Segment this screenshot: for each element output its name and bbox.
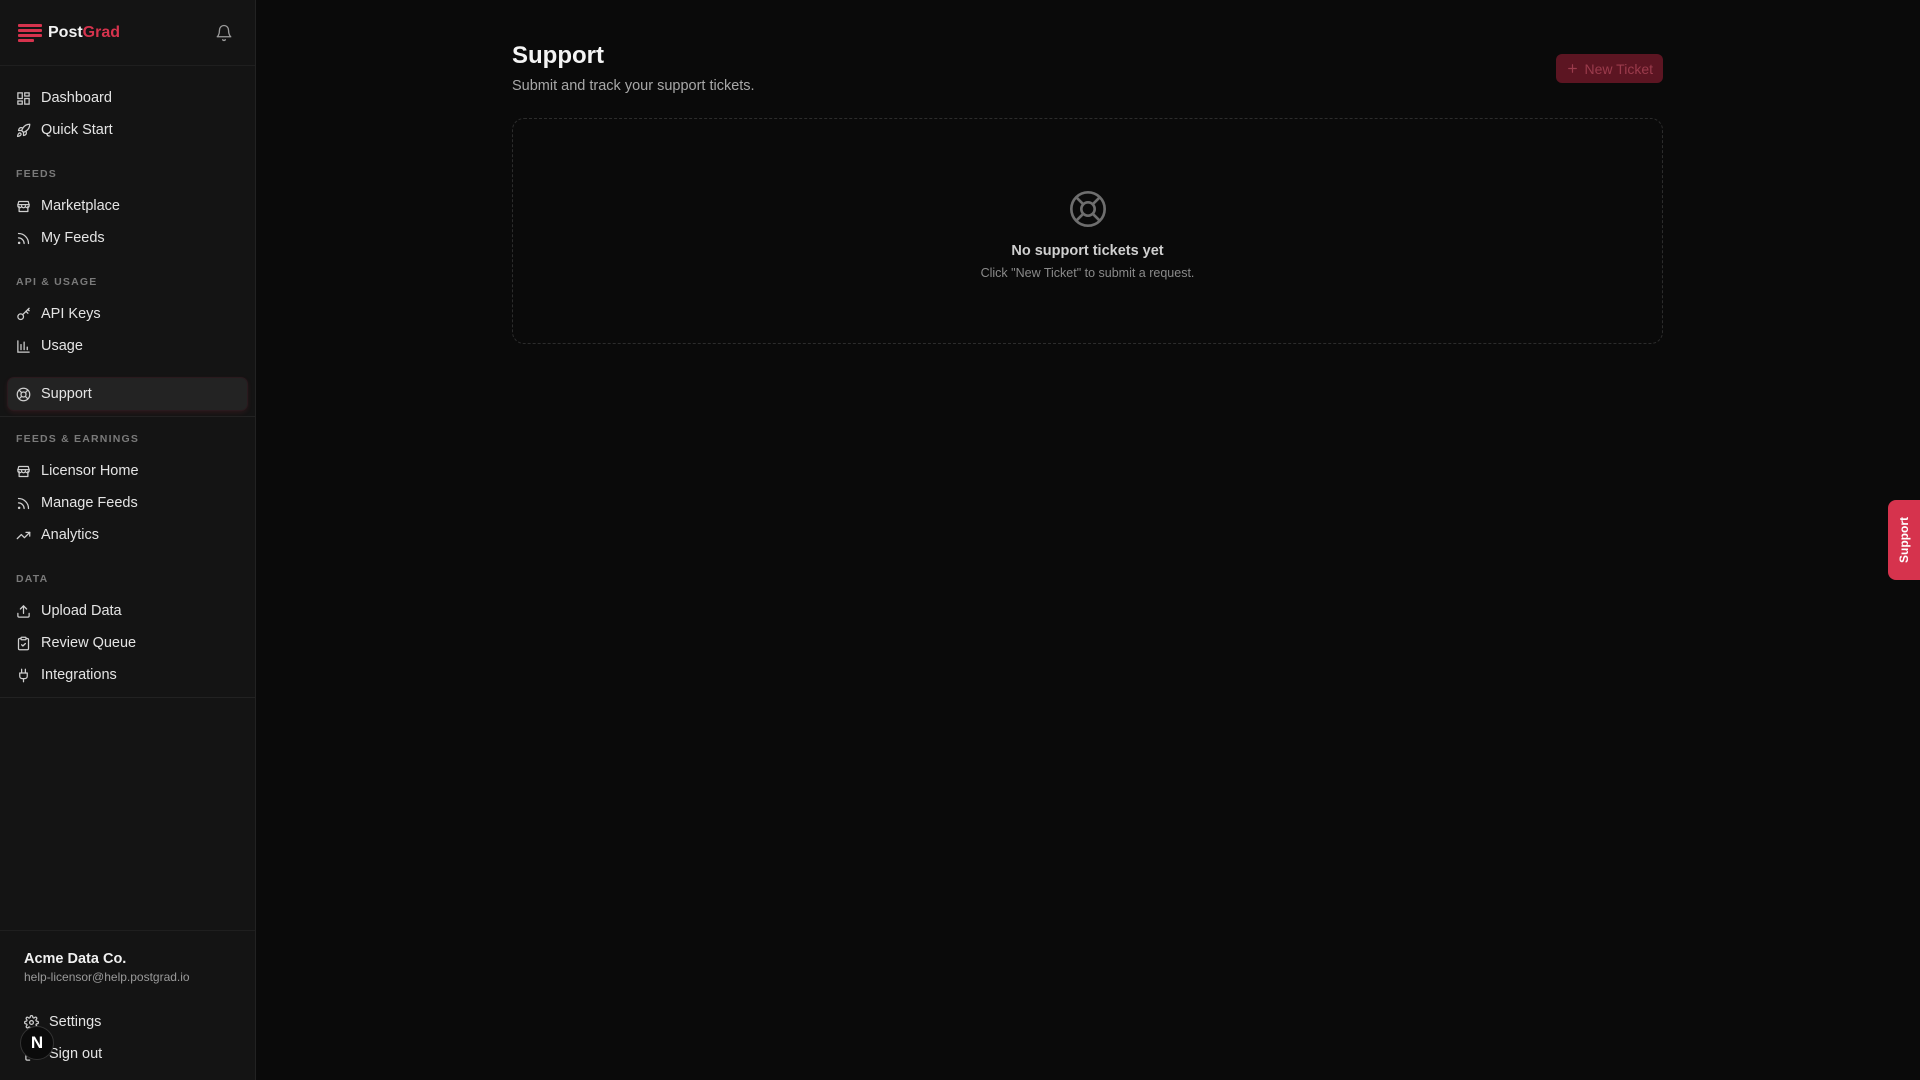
sidebar-item-label: Integrations (41, 667, 117, 683)
empty-state-subtitle: Click "New Ticket" to submit a request. (980, 265, 1195, 280)
app-root: Post Grad Dashboard Quick Start FEEDS Ma… (0, 0, 1920, 1080)
nav-section-feeds: FEEDS Marketplace My Feeds (0, 168, 255, 254)
sidebar-item-manage-feeds[interactable]: Manage Feeds (8, 487, 247, 519)
section-label: FEEDS (16, 168, 58, 180)
logo-mark-icon (18, 23, 42, 42)
sidebar-item-quick-start[interactable]: Quick Start (8, 114, 247, 146)
sidebar-item-marketplace[interactable]: Marketplace (8, 190, 247, 222)
page-heading-group: Support Submit and track your support ti… (512, 42, 755, 94)
support-page: Support Submit and track your support ti… (512, 42, 1663, 344)
page-subtitle: Submit and track your support tickets. (512, 78, 755, 94)
sidebar-item-licensor-home[interactable]: Licensor Home (8, 455, 247, 487)
new-ticket-button[interactable]: New Ticket (1555, 54, 1663, 83)
org-email: help-licensor@help.postgrad.io (24, 970, 190, 984)
sidebar-item-dashboard[interactable]: Dashboard (8, 82, 247, 114)
brand-logo[interactable]: Post Grad (18, 23, 121, 42)
sidebar-item-usage[interactable]: Usage (8, 330, 247, 362)
lifebuoy-icon (1069, 190, 1106, 227)
sidebar-item-my-feeds[interactable]: My Feeds (8, 222, 247, 254)
org-name: Acme Data Co. (24, 951, 127, 967)
sidebar-item-integrations[interactable]: Integrations (8, 659, 247, 691)
sidebar-item-label: Usage (41, 338, 83, 354)
bell-icon[interactable] (215, 24, 233, 42)
sidebar-item-api-keys[interactable]: API Keys (8, 298, 247, 330)
nav-top: Dashboard Quick Start (0, 78, 255, 146)
sidebar-item-label: Manage Feeds (41, 495, 138, 511)
sidebar-footer: Acme Data Co. help-licensor@help.postgra… (0, 930, 255, 1080)
key-icon (17, 307, 30, 320)
brand-name-part1: Post (48, 23, 83, 41)
section-label: DATA (16, 573, 49, 585)
sidebar-item-label: Upload Data (41, 603, 122, 619)
main-content: Support Submit and track your support ti… (256, 0, 1920, 1080)
sidebar-item-label: Support (41, 386, 92, 402)
clipboard-check-icon (17, 636, 30, 650)
sidebar-item-label: Dashboard (41, 90, 112, 106)
sidebar-item-label: Marketplace (41, 198, 120, 214)
new-ticket-label: New Ticket (1584, 60, 1653, 77)
store-icon (17, 465, 30, 477)
plug-icon (19, 668, 28, 682)
sidebar-item-analytics[interactable]: Analytics (8, 519, 247, 551)
nav-section-api-usage: API & USAGE API Keys Usage Support (0, 276, 255, 417)
upload-icon (17, 604, 30, 618)
sidebar-item-label: Licensor Home (41, 463, 139, 479)
sidebar-nav: Dashboard Quick Start FEEDS Marketplace … (0, 66, 255, 930)
sidebar-item-label: API Keys (41, 306, 101, 322)
page-title: Support (512, 42, 604, 69)
section-label: API & USAGE (16, 276, 98, 288)
page-header: Support Submit and track your support ti… (512, 42, 1663, 94)
rocket-icon (16, 123, 31, 137)
brand-name-part2: Grad (82, 23, 121, 41)
bar-chart-icon (17, 339, 30, 353)
sidebar-item-support[interactable]: Support (8, 378, 247, 410)
sidebar-item-label: Quick Start (41, 122, 113, 138)
lifebuoy-icon (16, 387, 31, 401)
nav-section-feeds-earnings: FEEDS & EARNINGS Licensor Home Manage Fe… (0, 433, 255, 551)
rss-icon (17, 232, 30, 244)
sidebar-item-review-queue[interactable]: Review Queue (8, 627, 247, 659)
avatar[interactable]: N (20, 1026, 54, 1060)
section-label: FEEDS & EARNINGS (16, 433, 140, 445)
support-tab-label: Support (1897, 517, 1911, 563)
sidebar-item-label: Review Queue (41, 635, 137, 651)
rss-icon (17, 497, 30, 509)
sidebar-item-label: Analytics (41, 527, 100, 543)
settings-label: Settings (49, 1014, 102, 1030)
empty-state: No support tickets yet Click "New Ticket… (512, 118, 1663, 344)
sidebar-header: Post Grad (0, 0, 255, 66)
sign-out-label: Sign out (49, 1046, 103, 1062)
dashboard-icon (17, 91, 30, 105)
trending-up-icon (16, 531, 31, 539)
sidebar: Post Grad Dashboard Quick Start FEEDS Ma… (0, 0, 256, 1080)
sidebar-item-upload-data[interactable]: Upload Data (8, 595, 247, 627)
empty-state-title: No support tickets yet (1011, 242, 1164, 259)
store-icon (17, 200, 30, 212)
nav-section-data: DATA Upload Data Review Queue Integratio… (0, 573, 255, 698)
sidebar-item-label: My Feeds (41, 230, 105, 246)
plus-icon (1567, 64, 1577, 73)
support-tab-button[interactable]: Support (1888, 500, 1920, 580)
